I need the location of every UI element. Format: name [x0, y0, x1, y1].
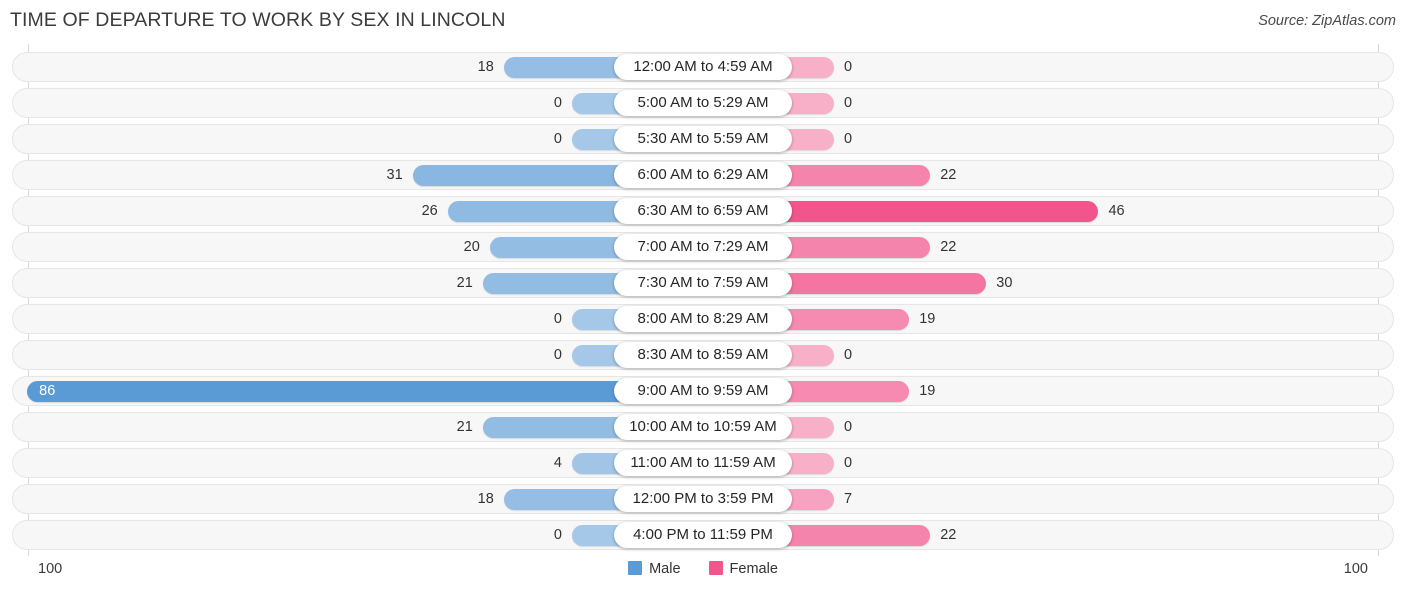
page-title: TIME OF DEPARTURE TO WORK BY SEX IN LINC…	[10, 9, 506, 31]
category-label[interactable]: 12:00 AM to 4:59 AM	[614, 54, 792, 80]
bar-value-male: 0	[553, 131, 562, 147]
bar-value-male: 0	[553, 311, 562, 327]
bar-value-male: 0	[553, 95, 562, 111]
chart-plot-area: 18 0 12:00 AM to 4:59 AM 0 0 5:00 AM to 5:29 …	[0, 44, 1406, 556]
table-row[interactable]: 31 22 6:00 AM to 6:29 AM	[12, 160, 1394, 190]
table-row[interactable]: 0 0 5:00 AM to 5:29 AM	[12, 88, 1394, 118]
table-row[interactable]: 21 30 7:30 AM to 7:59 AM	[12, 268, 1394, 298]
table-row[interactable]: 0 22 4:00 PM to 11:59 PM	[12, 520, 1394, 550]
category-label[interactable]: 6:30 AM to 6:59 AM	[614, 198, 792, 224]
bar-value-female: 22	[940, 167, 957, 183]
bar-value-male: 31	[386, 167, 403, 183]
bar-value-male: 21	[456, 275, 473, 291]
bar-value-male: 86	[39, 383, 56, 399]
bar-value-female: 22	[940, 239, 957, 255]
bar-value-male: 18	[477, 491, 494, 507]
bar-value-male: 0	[553, 527, 562, 543]
category-label[interactable]: 9:00 AM to 9:59 AM	[614, 378, 792, 404]
table-row[interactable]: 20 22 7:00 AM to 7:29 AM	[12, 232, 1394, 262]
category-label[interactable]: 8:30 AM to 8:59 AM	[614, 342, 792, 368]
bar-value-female: 30	[996, 275, 1013, 291]
legend-item-male[interactable]: Male	[628, 561, 681, 577]
table-row[interactable]: 18 7 12:00 PM to 3:59 PM	[12, 484, 1394, 514]
source-attribution: Source: ZipAtlas.com	[1258, 13, 1396, 29]
chart-footer: 100 100 Male Female	[0, 556, 1406, 595]
bar-value-female: 0	[844, 59, 853, 75]
bar-value-male: 18	[477, 59, 494, 75]
bar-value-female: 46	[1108, 203, 1125, 219]
legend-swatch-icon	[708, 561, 723, 575]
bar-value-female: 0	[844, 95, 853, 111]
category-label[interactable]: 12:00 PM to 3:59 PM	[614, 486, 792, 512]
legend-item-female[interactable]: Female	[708, 561, 778, 577]
table-row[interactable]: 86 19 9:00 AM to 9:59 AM	[12, 376, 1394, 406]
bar-value-female: 7	[844, 491, 853, 507]
bar-value-female: 0	[844, 347, 853, 363]
table-row[interactable]: 21 0 10:00 AM to 10:59 AM	[12, 412, 1394, 442]
category-label[interactable]: 11:00 AM to 11:59 AM	[614, 450, 792, 476]
bar-value-male: 21	[456, 419, 473, 435]
table-row[interactable]: 4 0 11:00 AM to 11:59 AM	[12, 448, 1394, 478]
axis-gridline-right	[1378, 44, 1379, 556]
bar-value-female: 22	[940, 527, 957, 543]
bar-value-female: 19	[919, 311, 936, 327]
category-label[interactable]: 5:30 AM to 5:59 AM	[614, 126, 792, 152]
category-label[interactable]: 5:00 AM to 5:29 AM	[614, 90, 792, 116]
category-label[interactable]: 8:00 AM to 8:29 AM	[614, 306, 792, 332]
legend-swatch-icon	[628, 561, 643, 575]
table-row[interactable]: 0 0 5:30 AM to 5:59 AM	[12, 124, 1394, 154]
table-row[interactable]: 0 19 8:00 AM to 8:29 AM	[12, 304, 1394, 334]
category-label[interactable]: 6:00 AM to 6:29 AM	[614, 162, 792, 188]
table-row[interactable]: 0 0 8:30 AM to 8:59 AM	[12, 340, 1394, 370]
bar-value-female: 0	[844, 131, 853, 147]
table-row[interactable]: 18 0 12:00 AM to 4:59 AM	[12, 52, 1394, 82]
category-label[interactable]: 10:00 AM to 10:59 AM	[614, 414, 792, 440]
bar-value-male: 20	[463, 239, 480, 255]
bar-value-male: 26	[421, 203, 438, 219]
bar-value-female: 19	[919, 383, 936, 399]
legend-label: Male	[649, 561, 681, 577]
chart-legend: Male Female	[0, 561, 1406, 577]
bar-value-male: 0	[553, 347, 562, 363]
category-label[interactable]: 4:00 PM to 11:59 PM	[614, 522, 792, 548]
bar-value-female: 0	[844, 419, 853, 435]
bar-value-male: 4	[553, 455, 562, 471]
legend-label: Female	[729, 561, 778, 577]
table-row[interactable]: 26 46 6:30 AM to 6:59 AM	[12, 196, 1394, 226]
chart-header: TIME OF DEPARTURE TO WORK BY SEX IN LINC…	[0, 0, 1406, 44]
axis-gridline-left	[28, 44, 29, 556]
category-label[interactable]: 7:30 AM to 7:59 AM	[614, 270, 792, 296]
category-label[interactable]: 7:00 AM to 7:29 AM	[614, 234, 792, 260]
bar-value-female: 0	[844, 455, 853, 471]
